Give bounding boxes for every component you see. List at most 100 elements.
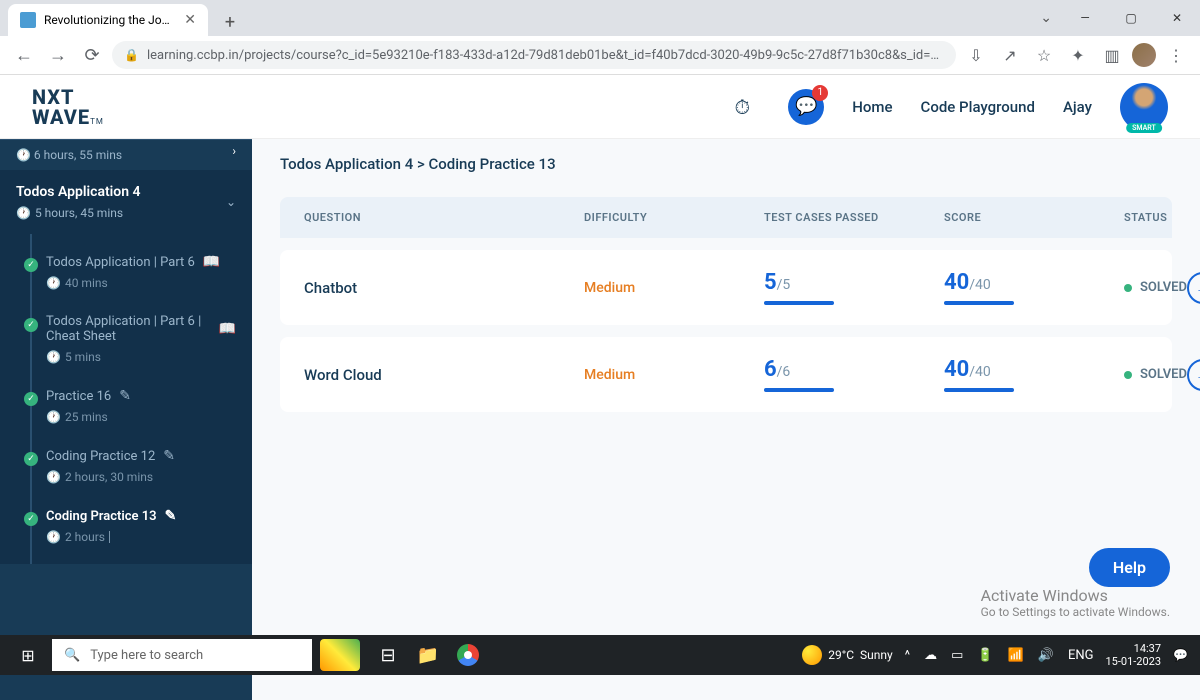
- new-tab-button[interactable]: +: [216, 8, 244, 36]
- start-button[interactable]: ⊞: [8, 635, 48, 675]
- url-text: learning.ccbp.in/projects/course?c_id=5e…: [147, 48, 944, 63]
- file-explorer-icon[interactable]: 📁: [408, 635, 448, 675]
- sidebar-section-title: Todos Application 4: [16, 184, 236, 200]
- notifications-icon[interactable]: 💬: [1169, 648, 1192, 662]
- logo-line2: WAVE: [32, 105, 90, 129]
- sidebar-item[interactable]: ✓ Todos Application | Part 6📖 🕐40 mins: [0, 242, 252, 302]
- edit-icon: ✎: [119, 388, 131, 404]
- question-name: Chatbot: [304, 279, 584, 297]
- notification-badge: 1: [812, 85, 828, 101]
- sidebar-prev-section[interactable]: › 🕐 6 hours, 55 mins: [0, 139, 252, 170]
- col-question: QUESTION: [304, 211, 584, 224]
- sidebar-item-time: 25 mins: [65, 410, 108, 424]
- volume-icon[interactable]: 🔊: [1034, 648, 1058, 663]
- timer-icon[interactable]: ⏱: [724, 89, 760, 125]
- chevron-down-icon: ⌄: [226, 195, 236, 209]
- address-bar: ← → ⟳ 🔒 learning.ccbp.in/projects/course…: [0, 36, 1200, 74]
- sidebar-item[interactable]: ✓ Practice 16✎ 🕐25 mins: [0, 376, 252, 436]
- status-badge: SOLVED: [1124, 280, 1187, 295]
- nav-playground[interactable]: Code Playground: [921, 98, 1035, 116]
- sidebar-item-time: 2 hours, 30 mins: [65, 470, 153, 484]
- col-tests: TEST CASES PASSED: [764, 211, 944, 224]
- user-avatar[interactable]: [1120, 83, 1168, 131]
- menu-icon[interactable]: ⋮: [1162, 41, 1190, 69]
- clock[interactable]: 14:37 15-01-2023: [1098, 642, 1170, 668]
- maximize-button[interactable]: ▢: [1108, 2, 1154, 34]
- star-icon[interactable]: ☆: [1030, 41, 1058, 69]
- check-icon: ✓: [24, 258, 38, 272]
- nav-user[interactable]: Ajay: [1063, 98, 1092, 116]
- forward-button[interactable]: →: [44, 41, 72, 69]
- check-icon: ✓: [24, 512, 38, 526]
- sidebar-item-label: Coding Practice 12: [46, 449, 155, 464]
- tests-metric: 6/6: [764, 357, 944, 392]
- table-row[interactable]: Chatbot Medium 5/5 40/40 SOLVED →: [280, 250, 1172, 325]
- reload-button[interactable]: ⟳: [78, 41, 106, 69]
- check-icon: ✓: [24, 452, 38, 466]
- sidebar-section[interactable]: Todos Application 4 🕐5 hours, 45 mins ⌄: [0, 170, 252, 234]
- url-input[interactable]: 🔒 learning.ccbp.in/projects/course?c_id=…: [112, 41, 956, 69]
- nav-home[interactable]: Home: [852, 98, 892, 116]
- battery-icon[interactable]: 🔋: [973, 648, 997, 663]
- edit-icon: ✎: [165, 508, 177, 524]
- back-button[interactable]: ←: [10, 41, 38, 69]
- tab-favicon: [20, 12, 36, 28]
- table-row[interactable]: Word Cloud Medium 6/6 40/40 SOLVED →: [280, 337, 1172, 412]
- share-icon[interactable]: ↗: [996, 41, 1024, 69]
- status-badge: SOLVED: [1124, 367, 1187, 382]
- weather-widget[interactable]: 29°C Sunny: [802, 645, 892, 665]
- search-placeholder: Type here to search: [90, 648, 203, 663]
- taskbar: ⊞ 🔍 Type here to search ⊟ 📁 29°C Sunny ^…: [0, 635, 1200, 675]
- question-difficulty: Medium: [584, 280, 764, 296]
- close-window-button[interactable]: ✕: [1154, 2, 1200, 34]
- chevron-down-icon[interactable]: ⌄: [1040, 10, 1052, 26]
- system-tray[interactable]: ^ ☁ ▭ 🔋 📶 🔊 ENG: [901, 648, 1098, 663]
- tests-metric: 5/5: [764, 270, 944, 305]
- sidebar-section-time: 5 hours, 45 mins: [35, 206, 123, 220]
- sidebar-item-time: 40 mins: [65, 276, 108, 290]
- logo-tm: TM: [90, 117, 104, 126]
- help-button[interactable]: Help: [1089, 548, 1170, 587]
- sidebar-item-time: 5 mins: [65, 350, 101, 364]
- app-header: NXT WAVETM ⏱ 💬1 Home Code Playground Aja…: [0, 75, 1200, 139]
- install-icon[interactable]: ⇩: [962, 41, 990, 69]
- sun-icon: [802, 645, 822, 665]
- sidebar: › 🕐 6 hours, 55 mins Todos Application 4…: [0, 139, 252, 700]
- lock-icon: 🔒: [124, 48, 139, 62]
- col-status: STATUS: [1124, 211, 1167, 224]
- sidepanel-icon[interactable]: ▥: [1098, 41, 1126, 69]
- network-icon[interactable]: 📶: [1004, 648, 1028, 663]
- browser-tab[interactable]: Revolutionizing the Job Market | ✕: [8, 4, 208, 36]
- taskbar-search[interactable]: 🔍 Type here to search: [52, 639, 312, 671]
- minimize-button[interactable]: ―: [1062, 2, 1108, 34]
- tray-chevron-icon[interactable]: ^: [901, 648, 914, 663]
- check-icon: ✓: [24, 392, 38, 406]
- sidebar-item[interactable]: ✓ Coding Practice 12✎ 🕐2 hours, 30 mins: [0, 436, 252, 496]
- meet-icon[interactable]: ▭: [947, 648, 967, 663]
- extensions-icon[interactable]: ✦: [1064, 41, 1092, 69]
- breadcrumb[interactable]: Todos Application 4 > Coding Practice 13: [252, 139, 1200, 189]
- sidebar-item[interactable]: ✓ Todos Application | Part 6 | Cheat She…: [0, 302, 252, 376]
- open-question-button[interactable]: →: [1187, 359, 1200, 391]
- chrome-icon[interactable]: [448, 635, 488, 675]
- chevron-right-icon: ›: [232, 144, 236, 158]
- logo[interactable]: NXT WAVETM: [32, 87, 104, 127]
- chat-icon[interactable]: 💬1: [788, 89, 824, 125]
- open-question-button[interactable]: →: [1187, 272, 1200, 304]
- score-metric: 40/40: [944, 357, 1124, 392]
- sidebar-item-active[interactable]: ✓ Coding Practice 13✎ 🕐2 hours: [0, 496, 252, 556]
- sidebar-prev-time: 6 hours, 55 mins: [34, 148, 122, 162]
- decorative-icon: [320, 639, 360, 671]
- onedrive-icon[interactable]: ☁: [920, 648, 941, 663]
- language-indicator[interactable]: ENG: [1064, 648, 1098, 663]
- col-score: SCORE: [944, 211, 1124, 224]
- sidebar-item-label: Coding Practice 13: [46, 509, 157, 524]
- profile-avatar[interactable]: [1132, 43, 1156, 67]
- table-header: QUESTION DIFFICULTY TEST CASES PASSED SC…: [280, 197, 1172, 238]
- windows-watermark: Activate Windows Go to Settings to activ…: [981, 586, 1170, 619]
- logo-line1: NXT: [32, 87, 104, 107]
- check-icon: ✓: [24, 318, 38, 332]
- task-view-icon[interactable]: ⊟: [368, 635, 408, 675]
- tab-close-icon[interactable]: ✕: [184, 12, 196, 28]
- book-icon: 📖: [203, 254, 220, 270]
